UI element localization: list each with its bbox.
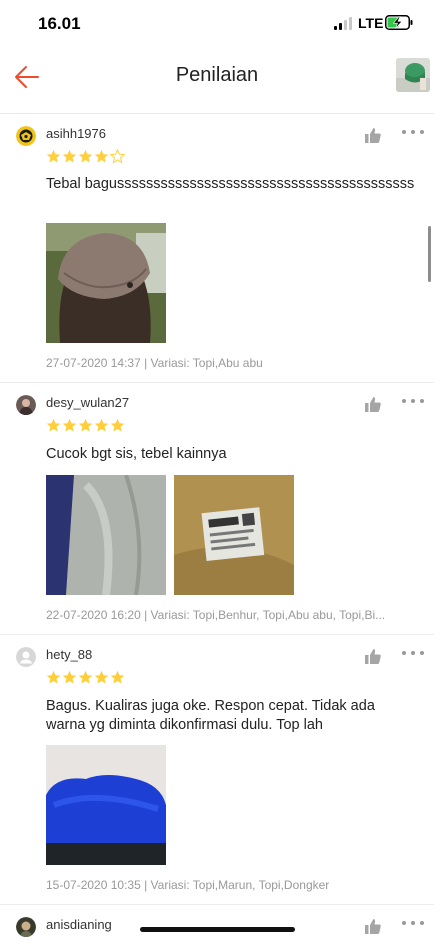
rating-stars bbox=[46, 149, 125, 165]
star-filled-icon bbox=[46, 670, 61, 684]
app-header: Penilaian bbox=[0, 48, 434, 114]
thumbs-up-icon[interactable] bbox=[364, 917, 382, 935]
review-item: anisdianing bbox=[0, 905, 434, 941]
review-photo[interactable] bbox=[46, 223, 166, 343]
scrollbar[interactable] bbox=[428, 226, 431, 282]
review-username[interactable]: anisdianing bbox=[46, 917, 112, 932]
more-options-icon[interactable] bbox=[402, 397, 424, 405]
thumbs-up-icon[interactable] bbox=[364, 126, 382, 144]
review-item: hety_88 Bagus. Kualiras juga oke. Respon… bbox=[0, 635, 434, 905]
review-photo[interactable] bbox=[174, 475, 294, 595]
product-thumbnail[interactable] bbox=[396, 58, 430, 92]
review-meta: 22-07-2020 16:20 | Variasi: Topi,Benhur,… bbox=[46, 608, 386, 622]
signal-icon bbox=[334, 17, 354, 30]
network-label: LTE bbox=[358, 15, 384, 31]
star-filled-icon bbox=[62, 670, 77, 684]
review-meta: 27-07-2020 14:37 | Variasi: Topi,Abu abu bbox=[46, 356, 263, 370]
star-filled-icon bbox=[46, 149, 61, 163]
star-filled-icon bbox=[110, 670, 125, 684]
review-text: Bagus. Kualiras juga oke. Respon cepat. … bbox=[46, 698, 375, 733]
review-username[interactable]: hety_88 bbox=[46, 647, 92, 662]
more-options-icon[interactable] bbox=[402, 919, 424, 927]
star-filled-icon bbox=[78, 149, 93, 163]
review-photo[interactable] bbox=[46, 745, 166, 865]
review-photo[interactable] bbox=[46, 475, 166, 595]
review-meta: 15-07-2020 10:35 | Variasi: Topi,Marun, … bbox=[46, 878, 330, 892]
star-filled-icon bbox=[62, 418, 77, 432]
battery-charging-icon bbox=[385, 15, 413, 30]
review-username[interactable]: desy_wulan27 bbox=[46, 395, 129, 410]
thumbs-up-icon[interactable] bbox=[364, 395, 382, 413]
rating-stars bbox=[46, 670, 125, 686]
review-username[interactable]: asihh1976 bbox=[46, 126, 106, 141]
star-filled-icon bbox=[94, 149, 109, 163]
review-text: Tebal bagussssssssssssssssssssssssssssss… bbox=[46, 176, 415, 192]
page-title: Penilaian bbox=[175, 64, 259, 86]
more-options-icon[interactable] bbox=[402, 649, 424, 657]
star-empty-icon bbox=[110, 149, 125, 164]
star-filled-icon bbox=[110, 418, 125, 432]
avatar[interactable] bbox=[16, 126, 36, 146]
thumbs-up-icon[interactable] bbox=[364, 647, 382, 665]
star-filled-icon bbox=[78, 670, 93, 684]
review-text: Cucok bgt sis, tebel kainnya bbox=[46, 446, 227, 462]
star-filled-icon bbox=[62, 149, 77, 163]
status-time: 16.01 bbox=[38, 14, 81, 33]
review-item: asihh1976 Tebal bagussssssssssssssssssss… bbox=[0, 114, 434, 383]
star-filled-icon bbox=[94, 418, 109, 432]
status-bar: 16.01 LTE bbox=[0, 0, 434, 48]
rating-stars bbox=[46, 418, 125, 434]
star-filled-icon bbox=[78, 418, 93, 432]
avatar[interactable] bbox=[16, 395, 36, 415]
star-filled-icon bbox=[94, 670, 109, 684]
avatar[interactable] bbox=[16, 917, 36, 937]
default-avatar-icon[interactable] bbox=[16, 647, 36, 667]
review-item: desy_wulan27 Cucok bgt sis, tebel kainny… bbox=[0, 383, 434, 635]
more-options-icon[interactable] bbox=[402, 128, 424, 136]
home-indicator[interactable] bbox=[140, 927, 295, 932]
star-filled-icon bbox=[46, 418, 61, 432]
